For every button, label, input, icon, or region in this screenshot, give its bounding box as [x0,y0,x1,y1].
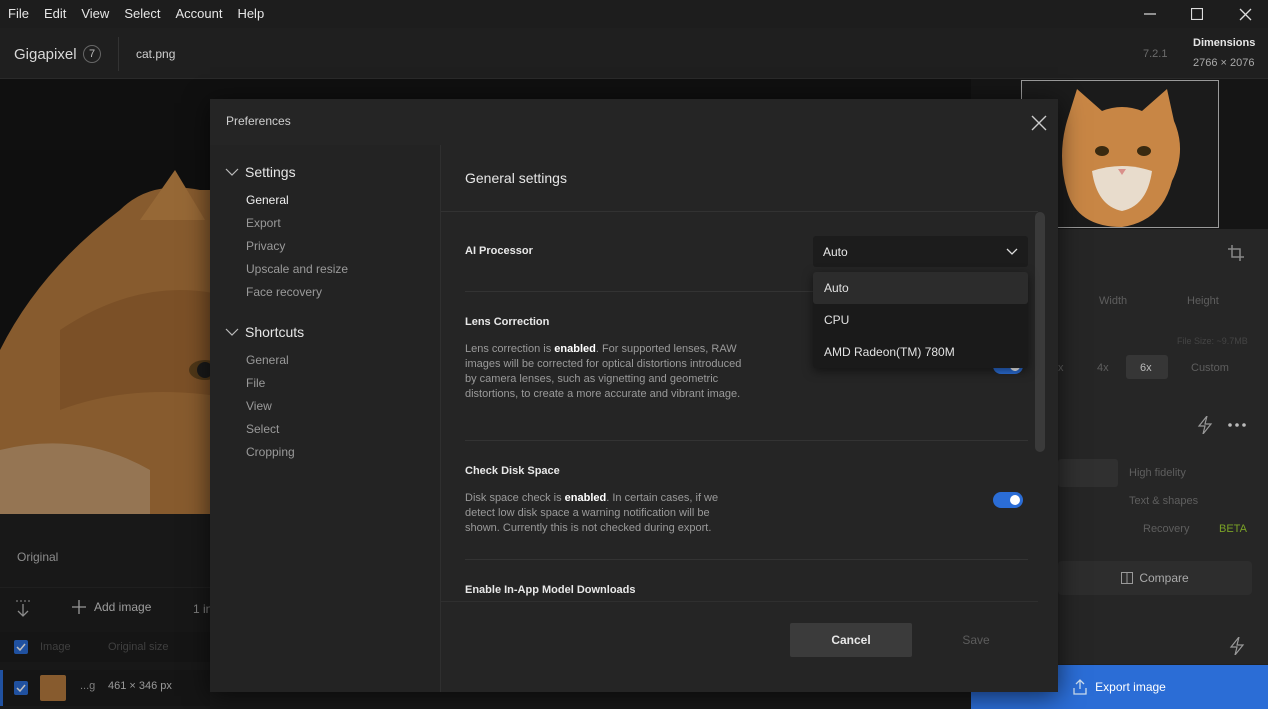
crop-icon[interactable] [1228,245,1244,261]
lightning-icon-2[interactable] [1229,637,1245,655]
scale-option[interactable]: x [1058,362,1064,374]
dimensions-label: Dimensions [1193,37,1256,49]
app-header [0,28,1268,79]
header-divider [118,37,119,71]
lightning-icon[interactable] [1197,416,1213,434]
model-downloads-title: Enable In-App Model Downloads [465,584,636,596]
title-divider [441,211,1038,212]
nav-shortcuts-general[interactable]: General [246,353,289,367]
model-recovery[interactable]: Recovery [1143,523,1189,535]
nav-settings-upscale[interactable]: Upscale and resize [246,262,348,276]
save-button[interactable]: Save [926,623,1026,657]
minimize-button[interactable] [1127,0,1173,28]
compare-button[interactable]: Compare [1058,561,1252,595]
scale-custom[interactable]: Custom [1191,362,1229,374]
export-label: Export image [1095,680,1166,694]
menu-account[interactable]: Account [167,2,229,26]
footer-divider [441,601,1038,602]
export-icon [1073,679,1087,695]
version-badge: 7 [83,45,101,63]
compare-icon [1121,572,1134,584]
close-icon [1239,8,1251,20]
section-shortcuts-label: Shortcuts [245,324,305,340]
disk-space-toggle[interactable] [993,492,1023,508]
nav-settings-export[interactable]: Export [246,216,281,230]
close-window-button[interactable] [1222,0,1268,28]
scale-4x[interactable]: 4x [1097,362,1109,374]
menu-bar: File Edit View Select Account Help [0,0,1268,28]
option-cpu[interactable]: CPU [813,304,1028,336]
dialog-title: Preferences [226,114,291,128]
section-settings-label: Settings [245,164,296,180]
close-icon [1031,115,1047,131]
disk-space-desc: Disk space check is enabled. In certain … [465,492,719,534]
nav-settings-general[interactable]: General [246,193,289,207]
dialog-close-button[interactable] [1028,112,1050,134]
nav-shortcuts-cropping[interactable]: Cropping [246,445,295,459]
app-name: Gigapixel [14,46,77,63]
ai-processor-label: AI Processor [465,245,533,257]
preferences-sidebar [210,145,441,692]
ai-processor-value: Auto [823,244,848,259]
model-high-fidelity[interactable]: High fidelity [1129,467,1186,479]
menu-file[interactable]: File [0,2,36,26]
scale-6x[interactable]: 6x [1140,362,1152,374]
nav-shortcuts-select[interactable]: Select [246,422,279,436]
ai-processor-select[interactable]: Auto [813,236,1028,267]
chevron-down-icon [225,168,239,176]
section-shortcuts[interactable]: Shortcuts [225,324,304,340]
file-name: cat.png [136,47,176,61]
content-title: General settings [465,170,567,186]
nav-shortcuts-file[interactable]: File [246,376,265,390]
cancel-button[interactable]: Cancel [790,623,912,657]
lens-correction-title: Lens Correction [465,316,550,328]
height-field[interactable]: Height [1187,295,1219,307]
menu-select[interactable]: Select [116,2,167,26]
model-selected[interactable] [1058,459,1118,487]
menu-view[interactable]: View [73,2,116,26]
dimensions-value: 2766 × 2076 [1193,57,1255,69]
chevron-down-icon [225,328,239,336]
minimize-icon [1144,13,1156,15]
maximize-button[interactable] [1174,0,1220,28]
divider [465,559,1028,560]
width-field[interactable]: Width [1099,295,1127,307]
compare-label: Compare [1139,571,1189,585]
chevron-down-icon [1006,248,1018,255]
divider [465,440,1028,441]
menu-edit[interactable]: Edit [36,2,73,26]
more-icon[interactable] [1228,422,1246,428]
section-settings[interactable]: Settings [225,164,296,180]
lens-correction-desc: Lens correction is enabled. For supporte… [465,343,742,400]
nav-shortcuts-view[interactable]: View [246,399,272,413]
ai-processor-dropdown: Auto CPU AMD Radeon(TM) 780M [813,272,1028,368]
disk-space-title: Check Disk Space [465,465,560,477]
model-text-shapes[interactable]: Text & shapes [1129,495,1198,507]
nav-settings-face-recovery[interactable]: Face recovery [246,285,322,299]
beta-badge: BETA [1219,523,1247,535]
menu-help[interactable]: Help [229,2,271,26]
nav-settings-privacy[interactable]: Privacy [246,239,285,253]
option-auto[interactable]: Auto [813,272,1028,304]
maximize-icon [1191,8,1203,20]
option-amd-radeon[interactable]: AMD Radeon(TM) 780M [813,336,1028,368]
settings-scrollbar[interactable] [1035,212,1045,452]
app-version: 7.2.1 [1143,48,1168,60]
file-size: File Size: ~9.7MB [1177,336,1248,346]
